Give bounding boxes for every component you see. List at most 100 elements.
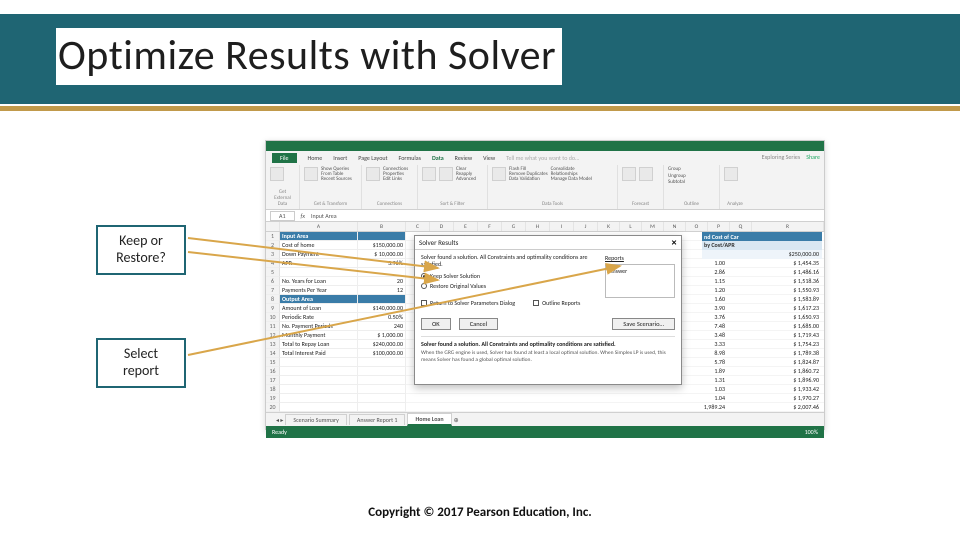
copyright: Copyright © 2017 Pearson Education, Inc. — [0, 505, 960, 520]
list-item: 3.76$ 1,650.93 — [702, 313, 822, 322]
worksheet[interactable]: 1Input Area 2Cost of home$150,000.00 3Do… — [266, 232, 824, 412]
list-item: 3.48$ 1,719.43 — [702, 331, 822, 340]
tell-me[interactable]: Tell me what you want to do… — [506, 154, 579, 162]
group-forecast: Forecast — [622, 201, 659, 207]
solver-note-bold: Solver found a solution. All Constraints… — [421, 340, 675, 348]
group-get-external: Get External Data — [270, 189, 295, 207]
cancel-button[interactable]: Cancel — [459, 318, 498, 330]
checkbox-icon — [533, 300, 539, 306]
col-J[interactable]: J — [574, 222, 598, 231]
col-E[interactable]: E — [454, 222, 478, 231]
add-sheet-icon[interactable]: ⊕ — [454, 416, 459, 424]
excel-titlebar — [266, 141, 824, 151]
ok-button[interactable]: OK — [421, 318, 451, 330]
tab-formulas[interactable]: Formulas — [399, 154, 421, 162]
col-R[interactable]: R — [752, 222, 824, 231]
col-I[interactable]: I — [550, 222, 574, 231]
tab-insert[interactable]: Insert — [333, 154, 347, 162]
col-G[interactable]: G — [502, 222, 526, 231]
col-N[interactable]: N — [664, 222, 686, 231]
radio-restore-values[interactable]: Restore Original Values — [421, 282, 599, 290]
col-C[interactable]: C — [406, 222, 430, 231]
btn-manage-data-model[interactable]: Manage Data Model — [551, 177, 592, 182]
list-item: 1.60$ 1,583.89 — [702, 295, 822, 304]
radio-keep-solution[interactable]: Keep Solver Solution — [421, 272, 599, 280]
sort-icon[interactable] — [422, 167, 436, 181]
col-D[interactable]: D — [430, 222, 454, 231]
list-item: 3.90$ 1,617.23 — [702, 304, 822, 313]
fx-icon[interactable]: fx — [301, 212, 305, 220]
formula-bar: A1 fx Input Area — [266, 210, 824, 222]
col-Q[interactable]: Q — [730, 222, 752, 231]
sheet-nav-icon[interactable]: ◂ ▸ — [276, 416, 283, 424]
zoom-level[interactable]: 100% — [805, 428, 818, 436]
btn-subtotal[interactable]: Subtotal — [668, 180, 715, 186]
panel-subtitle: by Cost/APR — [704, 241, 735, 249]
btn-data-validation[interactable]: Data Validation — [509, 177, 548, 182]
col-O[interactable]: O — [686, 222, 708, 231]
filter-icon[interactable] — [439, 167, 453, 181]
ribbon-tabs: File Home Insert Page Layout Formulas Da… — [266, 151, 824, 165]
col-H[interactable]: H — [526, 222, 550, 231]
solver-note-detail: When the GRG engine is used, Solver has … — [421, 350, 675, 363]
refresh-icon[interactable] — [366, 167, 380, 181]
forecast-sheet-icon[interactable] — [639, 167, 653, 181]
list-item: 7.48$ 1,685.00 — [702, 322, 822, 331]
tab-home[interactable]: Home — [308, 154, 323, 162]
tab-data[interactable]: Data — [432, 154, 444, 162]
col-L[interactable]: L — [620, 222, 642, 231]
text-to-columns-icon[interactable] — [492, 167, 506, 181]
callout-select-report: Select report — [96, 338, 186, 388]
tab-page-layout[interactable]: Page Layout — [358, 154, 387, 162]
formula-input[interactable]: Input Area — [311, 212, 337, 220]
list-item: 1.89$ 1,860.72 — [702, 367, 822, 376]
checkbox-outline-reports[interactable]: Outline Reports — [533, 299, 580, 307]
reports-label: Reports — [605, 254, 675, 262]
whatif-icon[interactable] — [622, 167, 636, 181]
close-icon[interactable]: ✕ — [671, 238, 677, 247]
ribbon: Get External Data Show QueriesFrom Table… — [266, 165, 824, 210]
sheet-tab-answer-report[interactable]: Answer Report 1 — [349, 414, 406, 425]
col-K[interactable]: K — [598, 222, 620, 231]
col-B[interactable]: B — [358, 222, 406, 231]
column-headers: A B C D E F G H I J K L M N O P Q R — [266, 222, 824, 232]
col-M[interactable]: M — [642, 222, 664, 231]
col-F[interactable]: F — [478, 222, 502, 231]
col-A[interactable]: A — [280, 222, 358, 231]
group-analyze: Analyze — [724, 201, 746, 207]
tab-view[interactable]: View — [483, 154, 495, 162]
sheet-tab-home-loan[interactable]: Home Loan — [407, 413, 451, 426]
new-query-icon[interactable] — [304, 167, 318, 181]
checkbox-return-dialog[interactable]: Return to Solver Parameters Dialog — [421, 299, 515, 307]
solver-icon[interactable] — [724, 167, 738, 181]
window-doc-title: Exploring Series — [762, 153, 801, 161]
btn-recent-sources[interactable]: Recent Sources — [321, 177, 352, 182]
col-P[interactable]: P — [708, 222, 730, 231]
name-box[interactable]: A1 — [270, 211, 295, 221]
btn-advanced[interactable]: Advanced — [456, 177, 476, 182]
btn-edit-links[interactable]: Edit Links — [383, 177, 408, 182]
group-get-transform: Get & Transform — [304, 201, 357, 207]
report-item-answer[interactable]: Answer — [609, 267, 671, 275]
status-text: Ready — [272, 428, 287, 436]
get-external-data-icon[interactable] — [270, 167, 284, 181]
list-item: 3.33$ 1,754.23 — [702, 340, 822, 349]
checkbox-icon — [421, 300, 427, 306]
list-item: 1.00$ 1,454.35 — [702, 259, 822, 268]
sheet-tab-scenario-summary[interactable]: Scenario Summary — [285, 414, 347, 425]
list-item: 2.86$ 1,486.16 — [702, 268, 822, 277]
tab-review[interactable]: Review — [455, 154, 472, 162]
tab-file[interactable]: File — [272, 153, 297, 163]
accent-underline — [0, 106, 960, 111]
btn-group[interactable]: Group — [668, 167, 715, 173]
list-item: 1.04$ 1,970.27 — [702, 394, 822, 403]
callout-keep-restore: Keep or Restore? — [96, 225, 186, 275]
sheet-tabs: ◂ ▸ Scenario Summary Answer Report 1 Hom… — [266, 412, 824, 426]
share-button[interactable]: Share — [806, 153, 820, 161]
solver-message: Solver found a solution. All Constraints… — [421, 254, 599, 268]
radio-icon — [421, 283, 427, 289]
solver-results-dialog: Solver Results ✕ Solver found a solution… — [414, 235, 682, 385]
list-item: 1.03$ 1,933.42 — [702, 385, 822, 394]
save-scenario-button[interactable]: Save Scenario… — [612, 318, 675, 330]
reports-listbox[interactable]: Answer — [605, 264, 675, 298]
